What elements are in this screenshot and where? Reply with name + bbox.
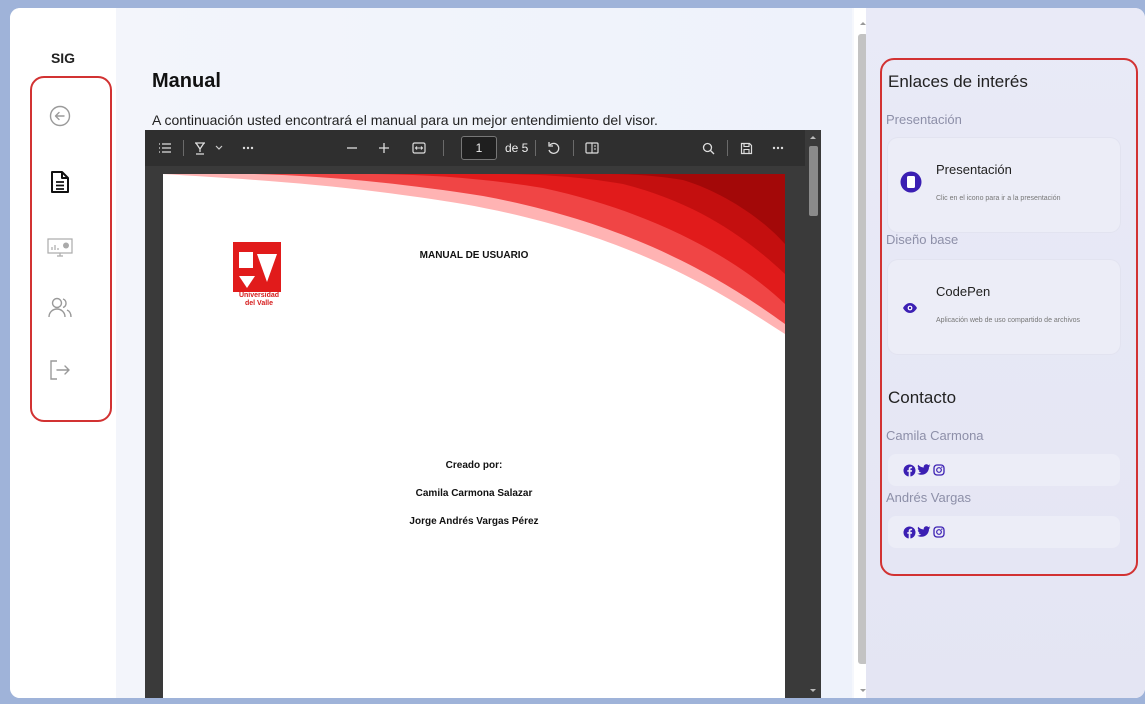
rotate-button[interactable] <box>543 130 565 166</box>
search-icon <box>702 142 714 154</box>
rotate-icon <box>548 142 560 154</box>
document-icon <box>51 171 69 193</box>
pdf-viewer[interactable]: 1 de 5 Universidad del Valle MANUAL DE U… <box>145 130 821 698</box>
list-icon <box>159 143 171 153</box>
pdf-page: Universidad del Valle MANUAL DE USUARIO … <box>163 174 785 698</box>
logo-caption: Universidad del Valle <box>227 292 291 308</box>
toolbar-divider <box>573 140 574 156</box>
author-2: Jorge Andrés Vargas Pérez <box>409 516 539 527</box>
more-icon <box>242 146 254 150</box>
presentation-icon[interactable] <box>900 170 922 194</box>
twitter-icon[interactable] <box>917 525 931 539</box>
toolbar-divider <box>183 140 184 156</box>
more-icon <box>772 146 784 150</box>
app-window: SIG Manual A continuación usted encontra… <box>10 8 1145 698</box>
more-tools-button[interactable] <box>237 130 259 166</box>
two-page-icon <box>585 142 599 154</box>
fit-width-icon <box>412 142 426 154</box>
page-title: Manual <box>152 70 221 92</box>
pdf-scrollbar[interactable] <box>805 130 821 698</box>
page-description: A continuación usted encontrará el manua… <box>152 112 658 128</box>
document-title: MANUAL DE USUARIO <box>419 250 529 261</box>
author-1: Camila Carmona Salazar <box>415 488 533 499</box>
scroll-down-icon <box>810 689 816 692</box>
page-view-button[interactable] <box>581 130 603 166</box>
zoom-in-button[interactable] <box>373 130 395 166</box>
back-arrow-icon <box>49 105 71 127</box>
right-panel: Enlaces de interés Presentación Presenta… <box>866 8 1145 698</box>
toolbar-divider <box>535 140 536 156</box>
scroll-up-icon <box>810 136 816 139</box>
save-button[interactable] <box>735 130 757 166</box>
highlighter-icon <box>195 142 205 155</box>
card-title: CodePen <box>936 284 991 299</box>
monitor-chart-icon <box>47 238 73 257</box>
logo-text-line-1: Universidad <box>238 292 280 299</box>
eye-icon[interactable] <box>902 302 918 314</box>
twitter-icon[interactable] <box>917 463 931 477</box>
back-button[interactable] <box>40 96 80 136</box>
toolbar-divider <box>727 140 728 156</box>
fit-width-button[interactable] <box>407 130 431 166</box>
credits-label: Creado por: <box>445 460 503 471</box>
settings-more-button[interactable] <box>767 130 789 166</box>
pdf-toolbar: 1 de 5 <box>145 130 805 166</box>
nav-dashboard[interactable] <box>40 228 80 268</box>
plus-icon <box>379 143 389 153</box>
presentation-card[interactable]: Presentación Clic en el icono para ir a … <box>888 138 1120 232</box>
contact-card-camila <box>888 454 1120 486</box>
zoom-out-button[interactable] <box>341 130 363 166</box>
chevron-down-icon <box>215 145 223 150</box>
toolbar-divider <box>443 140 444 156</box>
nav-manual[interactable] <box>40 162 80 202</box>
codepen-card[interactable]: CodePen Aplicación web de uso compartido… <box>888 260 1120 354</box>
facebook-icon[interactable] <box>902 463 916 477</box>
brand-logo: SIG <box>50 50 76 66</box>
page-number-input[interactable]: 1 <box>461 136 497 160</box>
main-content: Manual A continuación usted encontrará e… <box>116 8 872 698</box>
section-label-design: Diseño base <box>886 232 959 247</box>
outline-button[interactable] <box>153 130 177 166</box>
save-icon <box>740 142 752 154</box>
find-button[interactable] <box>697 130 719 166</box>
highlight-button[interactable] <box>189 130 211 166</box>
minus-icon <box>347 147 357 149</box>
logout-button[interactable] <box>40 350 80 390</box>
users-icon <box>48 297 72 318</box>
card-title: Presentación <box>936 162 1012 177</box>
logout-icon <box>50 360 70 380</box>
sidebar: SIG <box>10 8 116 698</box>
page-total-label: de 5 <box>505 141 529 155</box>
nav-users[interactable] <box>40 288 80 328</box>
pdf-scroll-thumb[interactable] <box>809 146 818 216</box>
card-description: Aplicación web de uso compartido de arch… <box>936 317 1080 324</box>
highlight-options-button[interactable] <box>211 130 227 166</box>
links-heading: Enlaces de interés <box>888 72 1028 91</box>
contact-card-andres <box>888 516 1120 548</box>
section-label-presentation: Presentación <box>886 112 962 127</box>
instagram-icon[interactable] <box>932 463 946 477</box>
logo-text-line-2: del Valle <box>244 300 274 307</box>
instagram-icon[interactable] <box>932 525 946 539</box>
facebook-icon[interactable] <box>902 525 916 539</box>
card-description: Clic en el icono para ir a la presentaci… <box>936 195 1061 202</box>
contact-heading: Contacto <box>888 388 957 407</box>
contact-name-camila: Camila Carmona <box>886 428 984 443</box>
contact-name-andres: Andrés Vargas <box>886 490 972 505</box>
